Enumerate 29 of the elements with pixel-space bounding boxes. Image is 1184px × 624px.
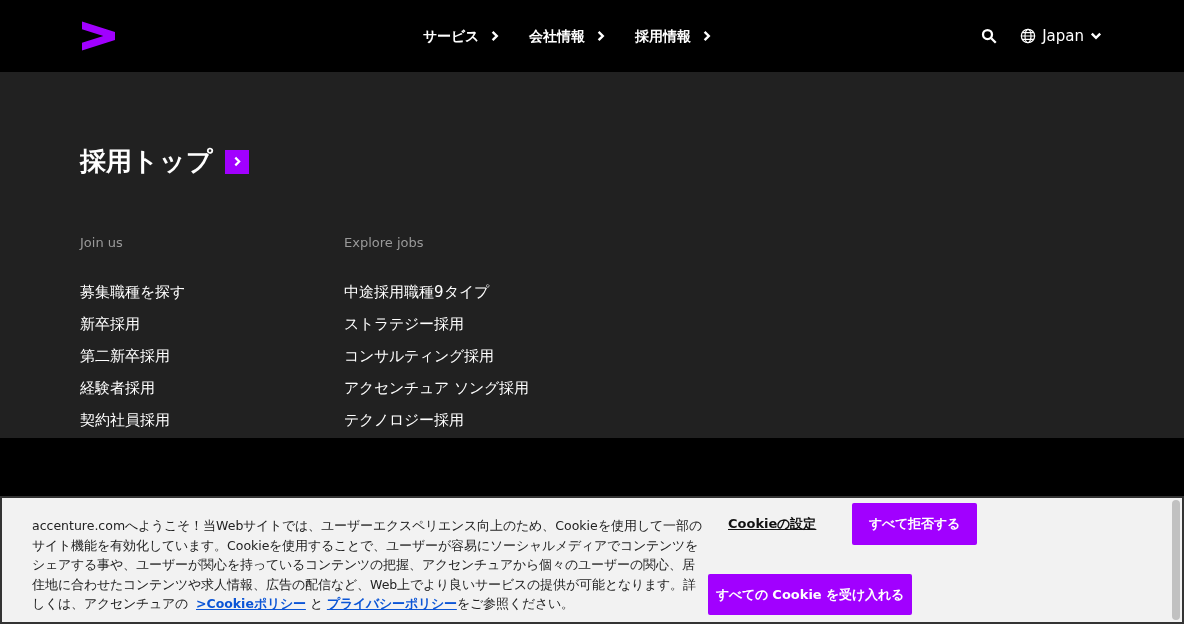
logo-icon[interactable] [82,21,115,51]
menu-link[interactable]: 新卒採用 [80,312,344,336]
arrow-button[interactable] [225,149,249,174]
region-selector[interactable]: Japan [1020,24,1102,48]
cookie-settings-link[interactable]: Cookieの設定 [728,514,817,534]
menu-link[interactable]: テクノロジー採用 [344,408,608,432]
nav-link[interactable]: 採用情報 [634,25,713,47]
search-icon[interactable] [980,27,999,45]
menu-link[interactable]: 経験者採用 [80,376,344,400]
nav-link[interactable]: サービス [422,25,501,47]
reject-all-button[interactable]: すべて拒否する [852,503,978,545]
menu-link[interactable]: コンサルティング採用 [344,344,608,368]
accept-all-button[interactable]: すべての Cookie を受け入れる [708,574,912,615]
privacy-policy-link[interactable]: プライバシーポリシー [326,596,457,611]
menu-link[interactable]: アクセンチュア ソング採用 [344,376,608,400]
cookie-policy-link[interactable]: >Cookieポリシー [196,596,306,611]
caret-icon [1090,30,1102,42]
menu-link[interactable]: 契約社員採用 [80,408,344,432]
nav-link[interactable]: 会社情報 [528,25,607,47]
column-heading: Explore jobs [344,234,425,252]
menu-link[interactable]: ストラテジー採用 [344,312,608,336]
globe-icon [1020,28,1037,44]
scrollbar[interactable] [1172,500,1180,620]
menu-link[interactable]: 募集職種を探す [80,280,344,304]
menu-link[interactable]: 第二新卒採用 [80,344,344,368]
menu-link[interactable]: 中途採用職種9タイプ [344,280,608,304]
menu-title[interactable]: 採用トップ [80,142,213,181]
column-heading: Join us [80,234,124,252]
cookie-notice: accenture.comへようこそ！当Webサイトでは、ユーザーエクスペリエンス向上のため、Cookieを使用して一部のサイト機能を有効化しています。Cookieを使用することで、ユーザーが容易にソーシャルメディアでコンテンツをシェアする事や、ユーザーが関心を持っているコンテンツの把握、アクセンチュアから個々のユーザーの関心、居住地に合わせたコンテンツや求人情報、広告の配信など、Web上でより良いサービスの提供が可能となります。詳しくは、アクセンチュアの >Cookieポリシー と プライバシーポリシーをご参照ください。 [32,517,703,613]
